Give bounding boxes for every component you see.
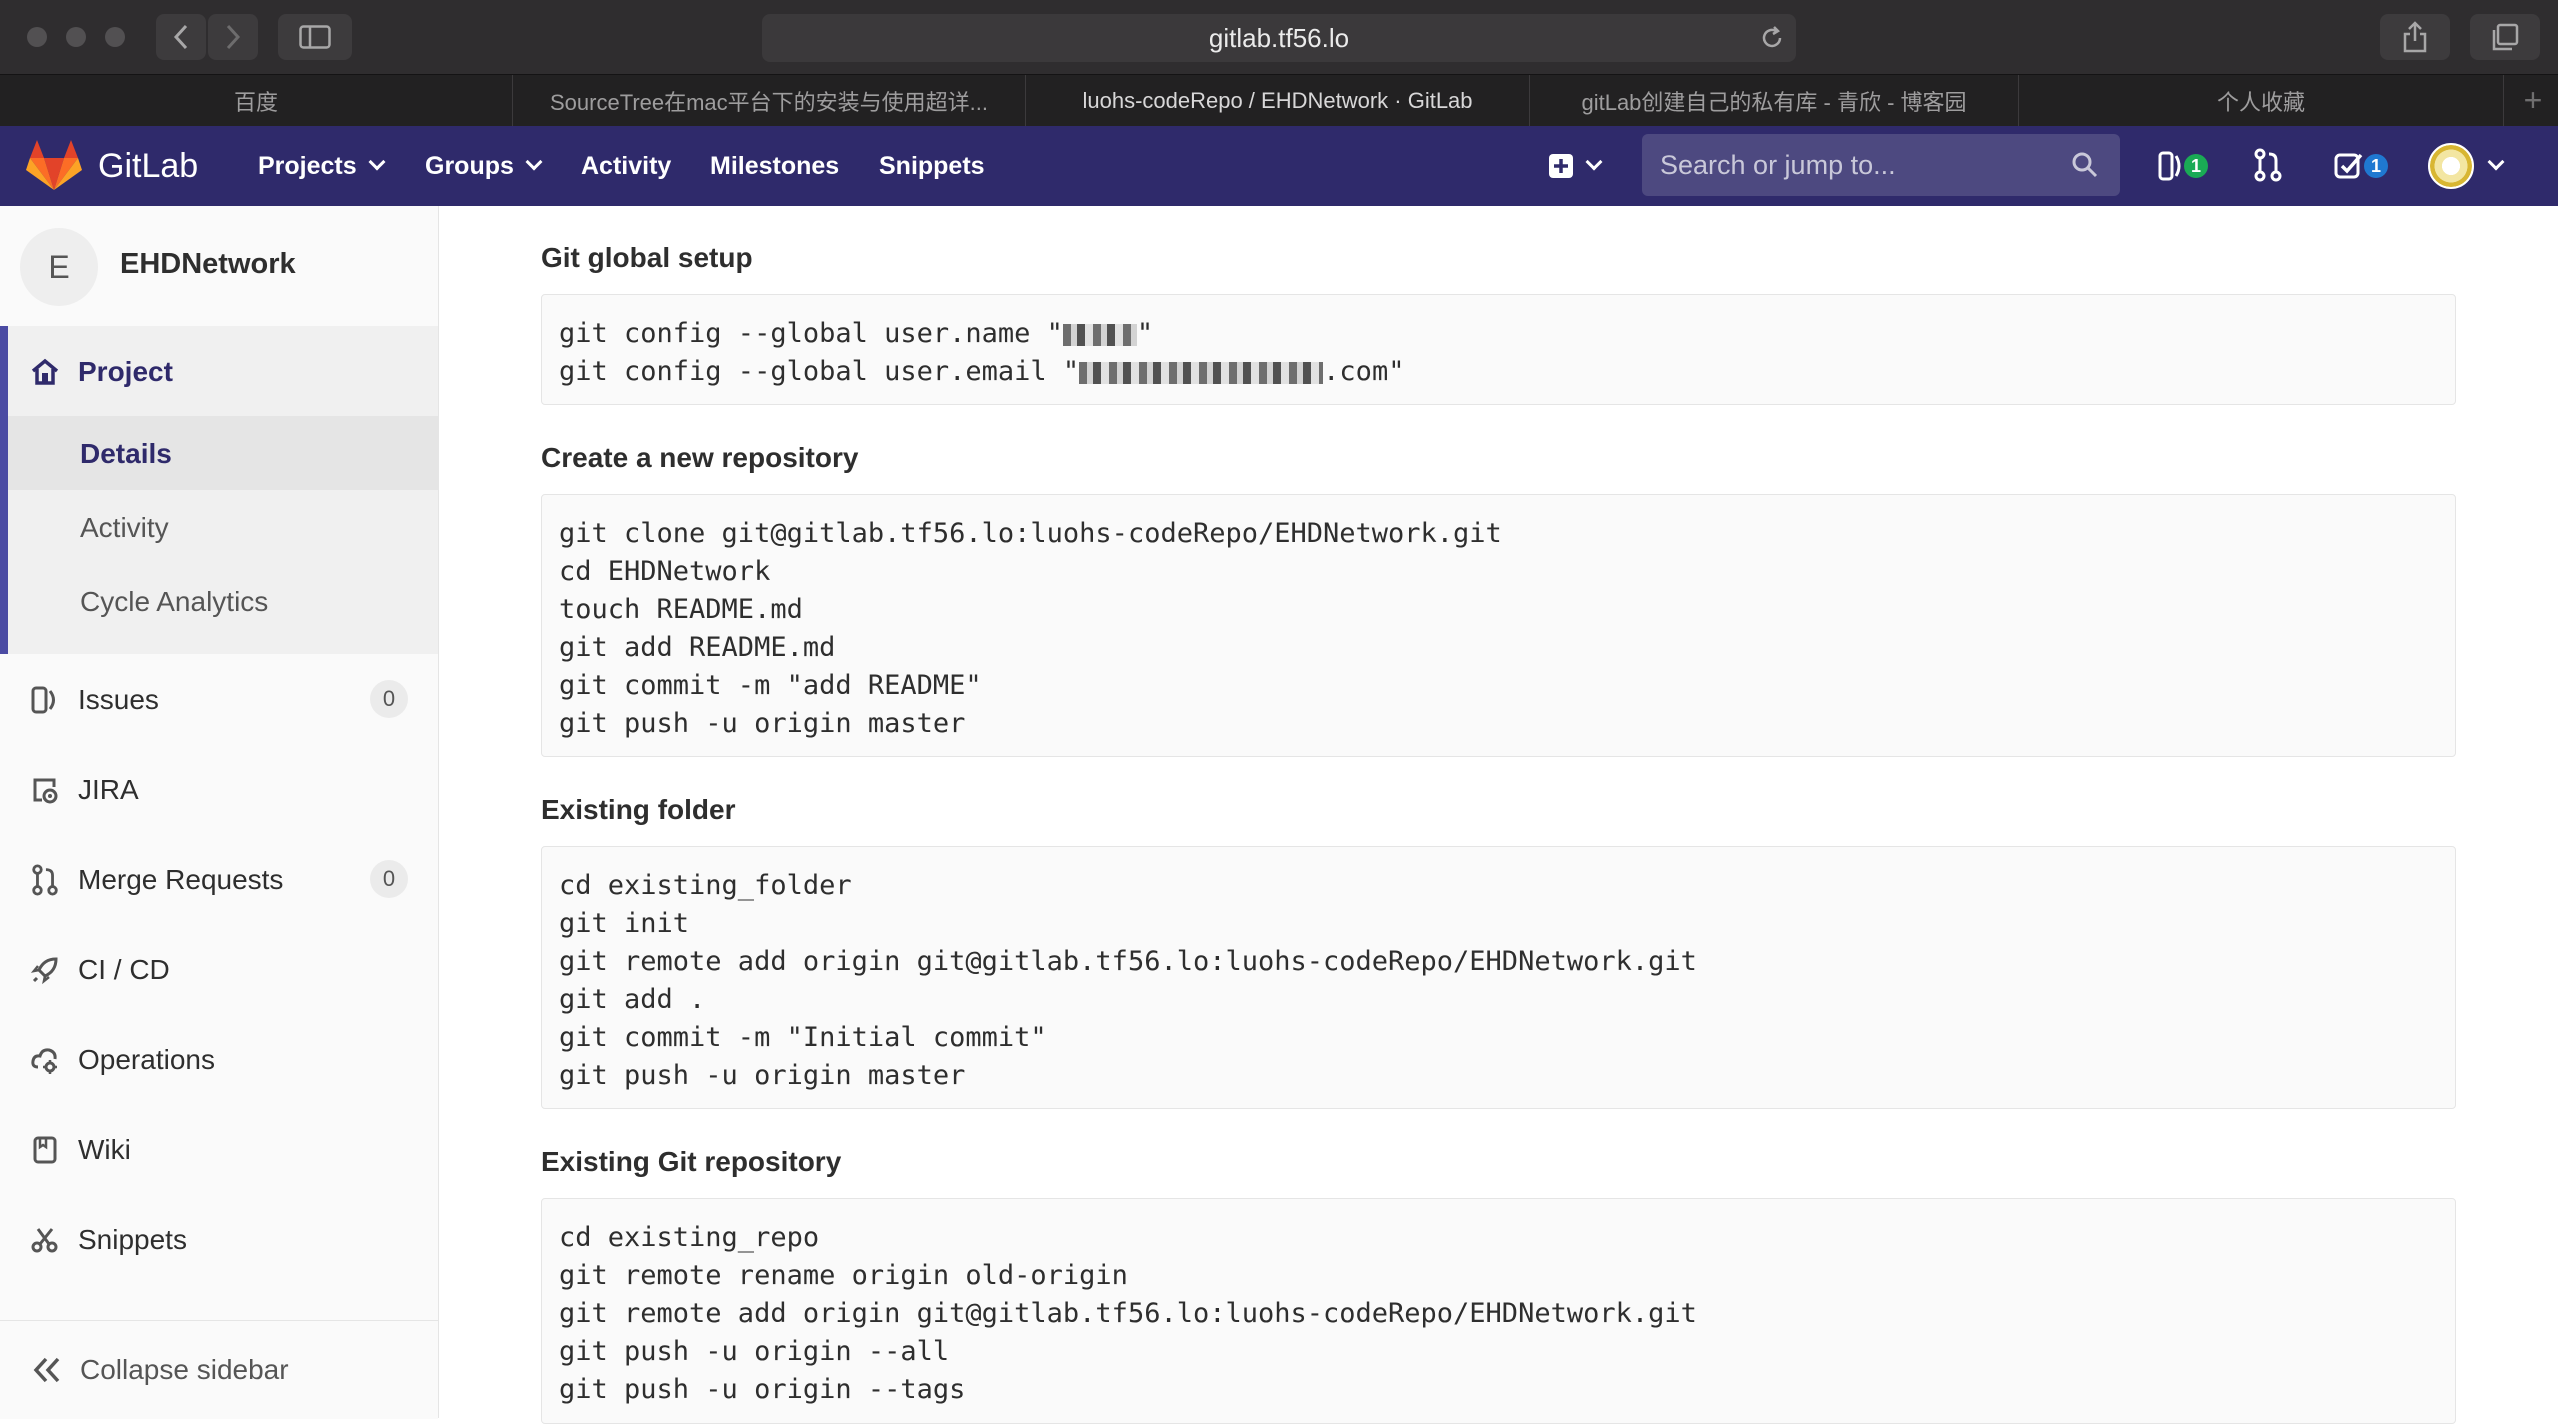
section-title-new-repository: Create a new repository — [541, 442, 859, 473]
browser-tab-active[interactable]: luohs-codeRepo / EHDNetwork · GitLab — [1026, 75, 1530, 127]
browser-titlebar: gitlab.tf56.lo — [0, 0, 2558, 74]
tabs-icon — [2492, 23, 2519, 51]
chevron-down-icon — [368, 153, 386, 171]
minimize-window-button[interactable] — [66, 27, 86, 47]
sidebar-subitem-details[interactable]: Details — [80, 434, 172, 474]
merge-requests-button[interactable] — [2254, 148, 2284, 184]
chevron-down-icon — [2487, 153, 2505, 171]
nav-groups[interactable]: Groups — [425, 126, 543, 206]
plus-square-icon — [1549, 154, 1573, 178]
chevron-right-icon — [226, 24, 241, 50]
section-title-existing-folder: Existing folder — [541, 794, 736, 825]
sidebar-item-project[interactable]: Project — [30, 352, 173, 392]
assigned-issues-button[interactable]: 1 — [2158, 148, 2216, 184]
share-icon — [2403, 21, 2427, 53]
merge-request-icon — [32, 864, 58, 896]
nav-projects[interactable]: Projects — [258, 126, 386, 206]
back-button[interactable] — [156, 14, 206, 60]
code-block-existing-git-repository[interactable]: cd existing_repo git remote rename origi… — [541, 1198, 2456, 1424]
sidebar-toggle-button[interactable] — [278, 14, 352, 60]
new-dropdown-button[interactable] — [1548, 150, 1610, 182]
scissors-icon — [31, 1228, 58, 1253]
sidebar-item-operations[interactable]: Operations — [30, 1040, 215, 1080]
search-icon — [2072, 152, 2098, 178]
todos-button[interactable]: 1 — [2334, 148, 2394, 184]
reload-button[interactable] — [1754, 20, 1790, 56]
search-input[interactable]: Search or jump to... — [1642, 134, 2120, 196]
redacted-username — [1062, 323, 1137, 346]
forward-button[interactable] — [208, 14, 258, 60]
todos-count-badge: 1 — [2364, 154, 2388, 178]
issues-count: 0 — [370, 680, 408, 718]
merge-requests-count: 0 — [370, 860, 408, 898]
merge-request-icon — [2254, 148, 2282, 182]
home-icon — [31, 358, 59, 385]
sidebar-item-issues[interactable]: Issues — [30, 680, 159, 720]
code-block-new-repository[interactable]: git clone git@gitlab.tf56.lo:luohs-codeR… — [541, 494, 2456, 757]
url-text: gitlab.tf56.lo — [1208, 22, 1350, 53]
brand-name[interactable]: GitLab — [98, 126, 198, 206]
sidebar-icon — [299, 25, 331, 49]
section-title-existing-git-repository: Existing Git repository — [541, 1146, 842, 1177]
gitlab-navbar: GitLab Projects Groups Activity Mileston… — [0, 126, 2558, 206]
nav-activity[interactable]: Activity — [581, 126, 671, 206]
jira-icon — [33, 778, 58, 804]
issues-icon — [31, 686, 55, 714]
rocket-icon — [30, 957, 58, 985]
tab-overview-button[interactable] — [2470, 14, 2540, 60]
details-row-highlight — [8, 416, 438, 490]
sidebar-item-merge-requests[interactable]: Merge Requests — [30, 860, 283, 900]
gitlab-logo[interactable] — [26, 140, 82, 192]
browser-tab[interactable]: gitLab创建自己的私有库 - 青欣 - 博客园 — [1530, 75, 2019, 127]
collapse-sidebar-button[interactable]: Collapse sidebar — [0, 1320, 438, 1419]
address-bar[interactable]: gitlab.tf56.lo — [762, 14, 1796, 62]
share-button[interactable] — [2380, 14, 2450, 60]
redacted-email — [1079, 361, 1324, 384]
active-section-indicator — [0, 326, 8, 654]
book-icon — [33, 1136, 57, 1164]
browser-tab[interactable]: SourceTree在mac平台下的安装与使用超详... — [513, 75, 1026, 127]
sidebar-item-wiki[interactable]: Wiki — [30, 1130, 131, 1170]
browser-tab[interactable]: 个人收藏 — [2019, 75, 2504, 127]
code-block-global-setup[interactable]: git config --global user.name " " git con… — [541, 294, 2456, 405]
issues-count-badge: 1 — [2184, 154, 2208, 178]
user-menu-button[interactable] — [2428, 142, 2510, 190]
user-avatar — [2428, 143, 2474, 189]
project-avatar[interactable]: E — [20, 228, 98, 306]
browser-tab-bar: 百度 SourceTree在mac平台下的安装与使用超详... luohs-co… — [0, 74, 2558, 127]
issues-icon — [2158, 151, 2181, 181]
code-block-existing-folder[interactable]: cd existing_folder git init git remote a… — [541, 846, 2456, 1109]
zoom-window-button[interactable] — [105, 27, 125, 47]
chevron-down-icon — [525, 153, 543, 171]
nav-snippets[interactable]: Snippets — [879, 126, 985, 206]
sidebar-item-ci-cd[interactable]: CI / CD — [30, 950, 170, 990]
nav-milestones[interactable]: Milestones — [710, 126, 839, 206]
double-chevron-left-icon — [33, 1357, 60, 1383]
reload-icon — [1762, 26, 1782, 48]
section-title-global-setup: Git global setup — [541, 242, 753, 273]
sidebar-item-jira[interactable]: JIRA — [30, 770, 139, 810]
sidebar-subitem-cycle-analytics[interactable]: Cycle Analytics — [80, 582, 268, 622]
chevron-down-icon — [1585, 153, 1603, 171]
sidebar-item-snippets[interactable]: Snippets — [30, 1220, 187, 1260]
gitlab-fox-icon — [26, 140, 82, 190]
collapse-sidebar-label: Collapse sidebar — [80, 1354, 289, 1385]
close-window-button[interactable] — [27, 27, 47, 47]
browser-tab[interactable]: 百度 — [0, 75, 513, 127]
search-placeholder: Search or jump to... — [1660, 149, 1896, 180]
new-tab-button[interactable]: + — [2518, 84, 2548, 116]
todo-check-icon — [2334, 153, 2363, 179]
project-name[interactable]: EHDNetwork — [120, 248, 296, 281]
cloud-gear-icon — [31, 1048, 57, 1074]
chevron-left-icon — [173, 24, 188, 50]
sidebar-subitem-activity[interactable]: Activity — [80, 508, 169, 548]
